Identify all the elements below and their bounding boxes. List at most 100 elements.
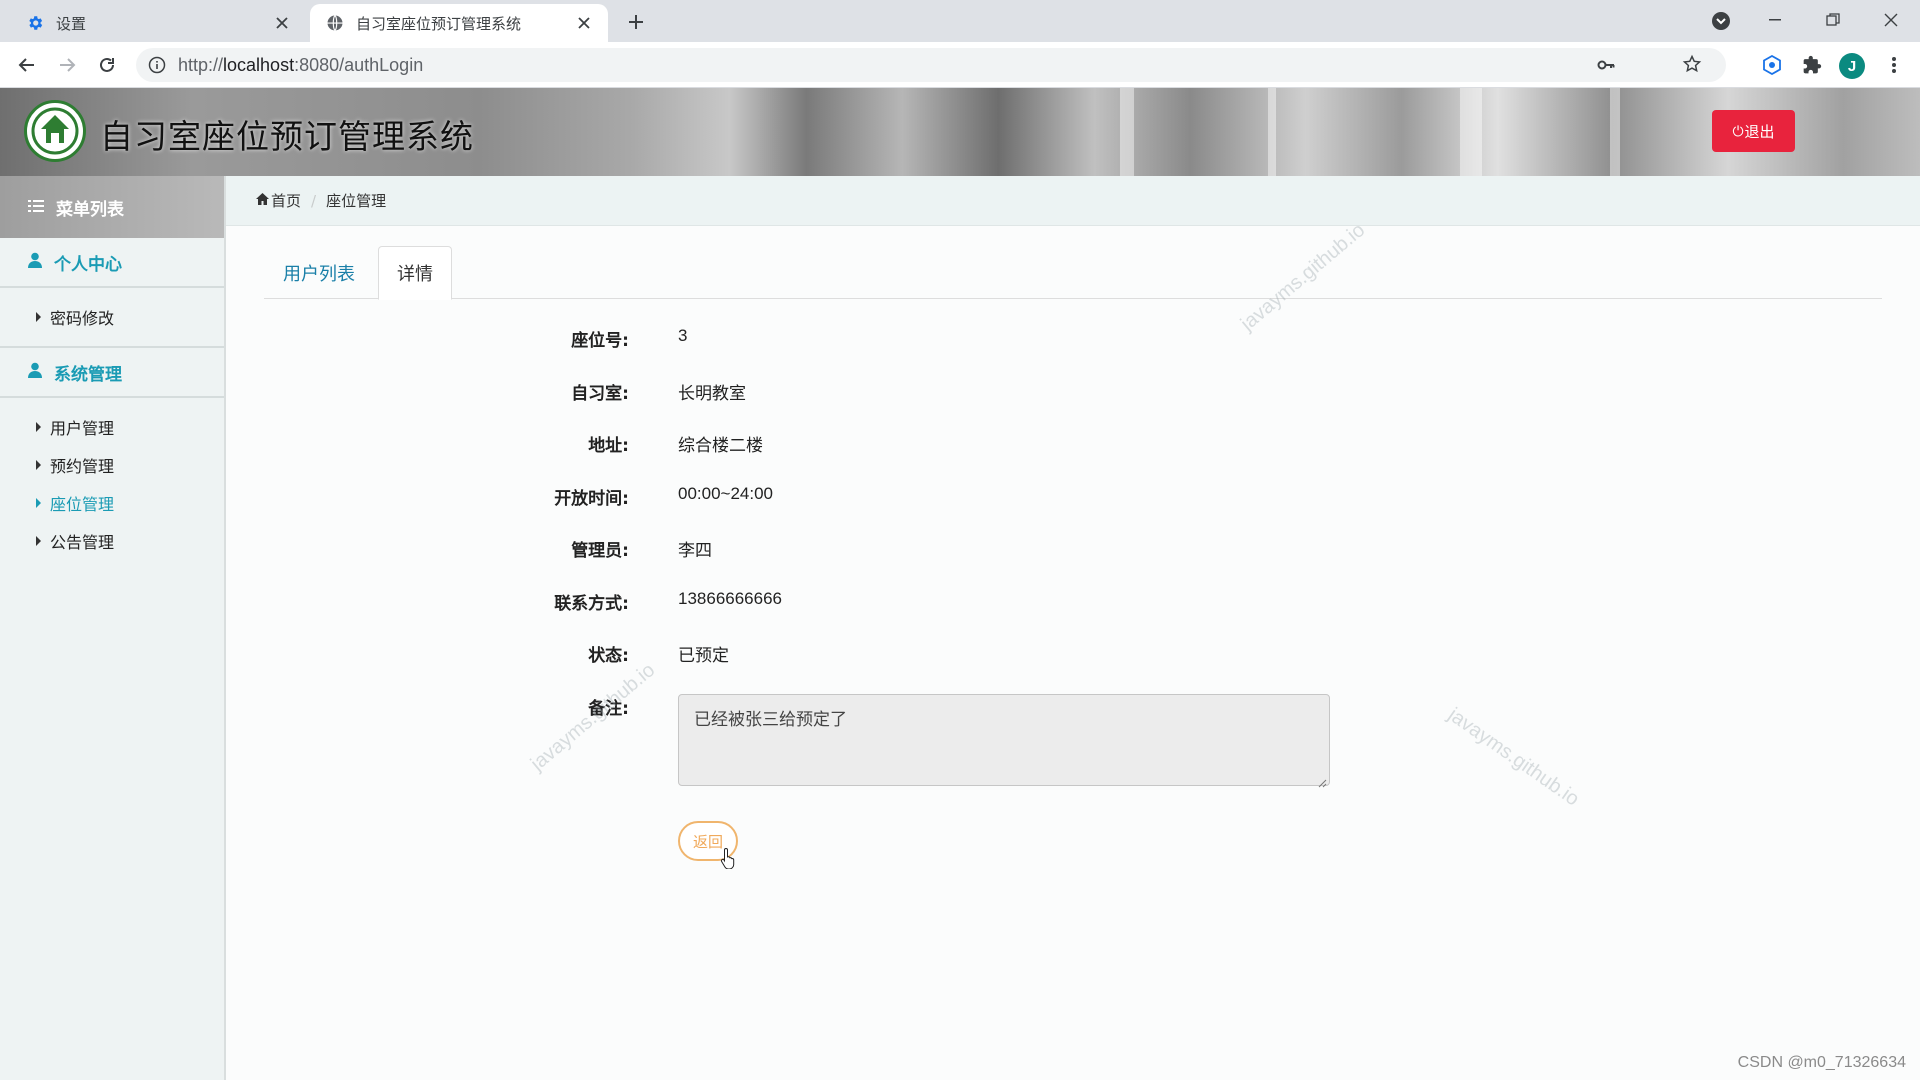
browser-tab-strip: 设置 自习室座位预订管理系统 bbox=[0, 0, 1920, 42]
field-row: 自习室: 长明教室 bbox=[226, 379, 1626, 404]
caret-right-icon bbox=[36, 498, 41, 508]
breadcrumb: 首页 / 座位管理 bbox=[226, 176, 1920, 226]
field-label: 状态: bbox=[588, 646, 629, 666]
sidebar-item-users[interactable]: 用户管理 bbox=[0, 408, 224, 446]
sidebar-item-reservations[interactable]: 预约管理 bbox=[0, 446, 224, 484]
header-bg-stripe bbox=[1120, 88, 1134, 176]
extension-hex-icon[interactable] bbox=[1760, 53, 1784, 77]
field-label: 地址: bbox=[588, 436, 629, 456]
remark-row: 备注: 已经被张三给预定了 bbox=[226, 694, 1626, 788]
app-header: 自习室座位预订管理系统 ⏻ 退出 bbox=[0, 88, 1920, 176]
caret-right-icon bbox=[36, 422, 41, 432]
sidebar-item-label: 预约管理 bbox=[50, 457, 115, 476]
sidebar-item-announcements[interactable]: 公告管理 bbox=[0, 522, 224, 560]
hand-cursor-icon bbox=[720, 847, 738, 870]
close-tab-icon[interactable] bbox=[574, 13, 594, 33]
field-value: 综合楼二楼 bbox=[678, 436, 763, 455]
back-arrow-icon[interactable] bbox=[13, 51, 41, 79]
field-label: 开放时间: bbox=[554, 489, 629, 509]
restore-icon[interactable] bbox=[1810, 0, 1856, 40]
breadcrumb-home[interactable]: 首页 bbox=[271, 190, 301, 211]
key-icon[interactable] bbox=[1596, 55, 1616, 79]
field-row: 开放时间: 00:00~24:00 bbox=[226, 484, 1626, 509]
tab-user-list[interactable]: 用户列表 bbox=[264, 246, 374, 299]
browser-toolbar: http://localhost:8080/authLogin J bbox=[0, 42, 1920, 88]
logout-button[interactable]: ⏻ 退出 bbox=[1712, 110, 1795, 152]
globe-icon bbox=[326, 14, 344, 32]
sidebar-group-label: 个人中心 bbox=[54, 254, 122, 275]
sidebar-group-personal[interactable]: 个人中心 bbox=[0, 238, 224, 288]
tab-detail[interactable]: 详情 bbox=[378, 246, 452, 300]
sidebar-group-system[interactable]: 系统管理 bbox=[0, 348, 224, 398]
header-bg-stripe bbox=[1268, 88, 1276, 176]
sidebar-submenu-system: 用户管理 预约管理 座位管理 公告管理 bbox=[0, 398, 224, 570]
sidebar-submenu-personal: 密码修改 bbox=[0, 288, 224, 348]
minimize-icon[interactable] bbox=[1752, 0, 1798, 40]
sidebar-item-label: 公告管理 bbox=[50, 533, 115, 552]
sidebar: 菜单列表 个人中心 密码修改 系统管理 用户管理 预约管理 座位管理 公告管理 bbox=[0, 176, 226, 1080]
breadcrumb-separator: / bbox=[311, 191, 317, 210]
field-label: 联系方式: bbox=[554, 594, 629, 614]
address-bar[interactable]: http://localhost:8080/authLogin bbox=[136, 48, 1726, 82]
remark-text: 已经被张三给预定了 bbox=[694, 710, 847, 730]
sidebar-group-label: 系统管理 bbox=[54, 364, 122, 385]
menu-title-label: 菜单列表 bbox=[56, 199, 124, 220]
breadcrumb-current: 座位管理 bbox=[326, 192, 387, 210]
new-tab-button[interactable] bbox=[622, 8, 650, 36]
sidebar-item-label: 密码修改 bbox=[50, 309, 115, 328]
caret-right-icon bbox=[36, 536, 41, 546]
sidebar-item-seats[interactable]: 座位管理 bbox=[0, 484, 224, 522]
site-info-icon[interactable] bbox=[148, 56, 166, 74]
header-bg-stripe bbox=[1610, 88, 1620, 176]
resize-grip-icon[interactable] bbox=[1317, 773, 1327, 788]
actions: 返回 bbox=[226, 821, 1026, 881]
menu-title: 菜单列表 bbox=[0, 176, 224, 238]
bookmark-star-icon[interactable] bbox=[1682, 54, 1702, 78]
reload-icon[interactable] bbox=[93, 51, 121, 79]
field-value: 13866666666 bbox=[678, 589, 783, 608]
url-scheme: http:// bbox=[178, 55, 224, 75]
forward-arrow-icon[interactable] bbox=[53, 51, 81, 79]
actions-row bbox=[226, 996, 1626, 1020]
field-label: 自习室: bbox=[571, 384, 629, 404]
field-row: 状态: 已预定 bbox=[226, 641, 1626, 666]
field-value: 长明教室 bbox=[678, 384, 746, 403]
header-bg-stripe bbox=[1460, 88, 1482, 176]
user-icon bbox=[28, 362, 42, 383]
sidebar-item-password[interactable]: 密码修改 bbox=[0, 298, 224, 336]
field-label: 座位号: bbox=[571, 331, 629, 351]
tab-search-icon[interactable] bbox=[1710, 10, 1732, 32]
extensions-puzzle-icon[interactable] bbox=[1800, 53, 1824, 77]
user-icon bbox=[28, 252, 42, 273]
field-row: 管理员: 李四 bbox=[226, 536, 1626, 561]
more-menu-icon[interactable] bbox=[1882, 53, 1906, 77]
field-value: 3 bbox=[678, 326, 688, 345]
list-icon bbox=[28, 198, 44, 217]
sidebar-item-label: 用户管理 bbox=[50, 419, 115, 438]
browser-tab-app[interactable]: 自习室座位预订管理系统 bbox=[310, 4, 608, 42]
close-tab-icon[interactable] bbox=[272, 13, 292, 33]
field-value: 已预定 bbox=[678, 646, 729, 665]
field-value: 李四 bbox=[678, 541, 712, 560]
gear-icon bbox=[26, 14, 44, 32]
field-label: 管理员: bbox=[571, 541, 629, 561]
home-icon bbox=[256, 192, 269, 209]
sidebar-item-label: 座位管理 bbox=[50, 495, 115, 514]
browser-tab-settings[interactable]: 设置 bbox=[6, 4, 306, 42]
university-logo bbox=[24, 100, 86, 162]
power-icon: ⏻ bbox=[1732, 122, 1744, 139]
field-row: 联系方式: 13866666666 bbox=[226, 589, 1626, 614]
app-title: 自习室座位预订管理系统 bbox=[100, 118, 474, 155]
content-tabs: 用户列表 详情 bbox=[264, 246, 1882, 300]
main-content: 首页 / 座位管理 用户列表 详情 座位号: 3 自习室: 长明教室 地址: 综… bbox=[226, 176, 1920, 1080]
profile-avatar[interactable]: J bbox=[1839, 53, 1865, 79]
field-value: 00:00~24:00 bbox=[678, 484, 774, 503]
logout-label: 退出 bbox=[1744, 123, 1775, 141]
remark-textarea[interactable]: 已经被张三给预定了 bbox=[678, 694, 1330, 788]
browser-tab-title: 自习室座位预订管理系统 bbox=[356, 14, 522, 33]
field-row: 座位号: 3 bbox=[226, 326, 1626, 351]
footer-credit: CSDN @m0_71326634 bbox=[1737, 1054, 1906, 1071]
url-path: :8080/authLogin bbox=[294, 55, 424, 75]
close-window-icon[interactable] bbox=[1868, 0, 1914, 40]
caret-right-icon bbox=[36, 312, 41, 322]
